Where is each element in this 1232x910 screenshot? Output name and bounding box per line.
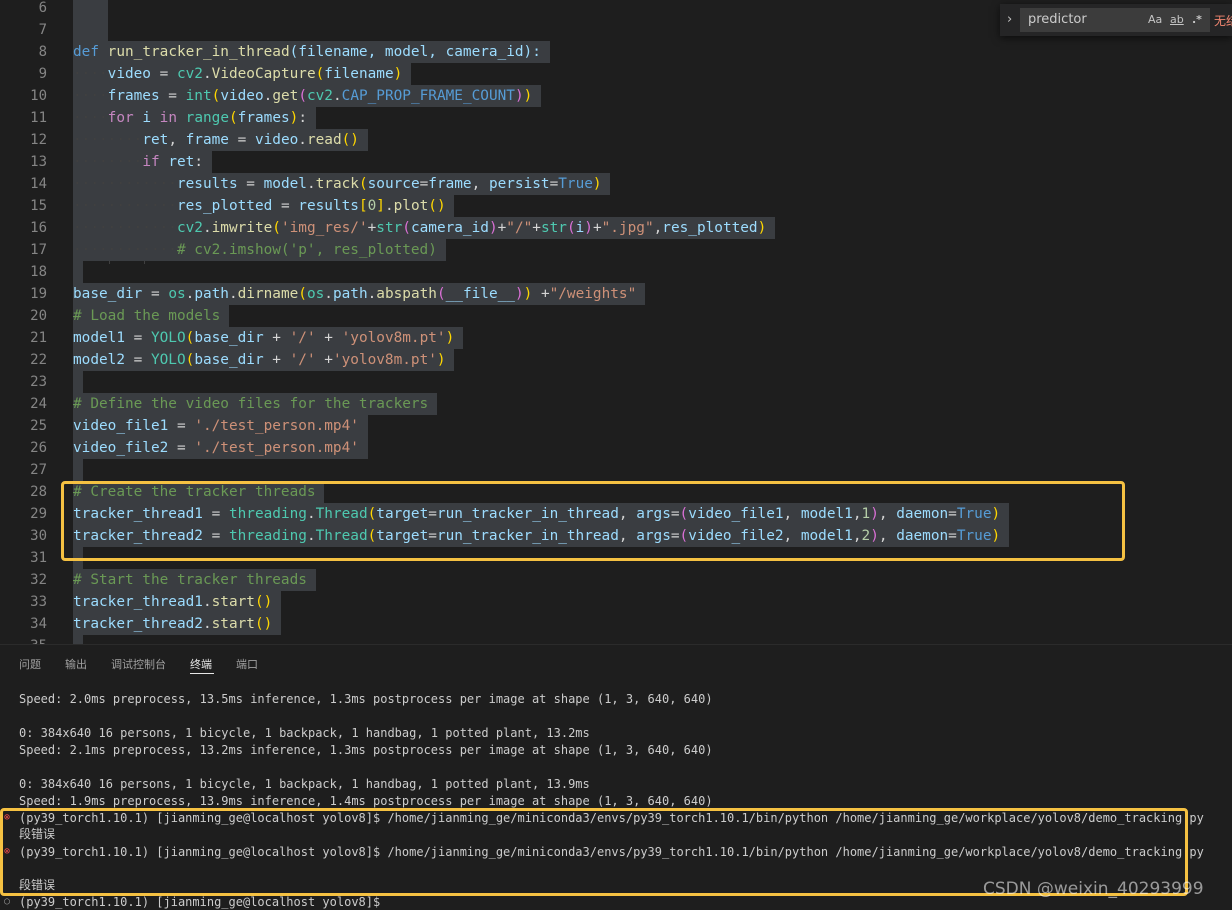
code-line	[0, 635, 1232, 644]
code-line: # Load the models	[0, 305, 1232, 327]
code-line: # Define the video files for the tracker…	[0, 393, 1232, 415]
code-line: base_dir = os.path.dirname(os.path.abspa…	[0, 283, 1232, 305]
code-line: ····video = cv2.VideoCapture(filename)	[0, 63, 1232, 85]
terminal-line: 0: 384x640 16 persons, 1 bicycle, 1 back…	[19, 777, 590, 791]
tab-problems[interactable]: 问题	[19, 656, 41, 672]
terminal-line: Speed: 1.9ms preprocess, 13.9ms inferenc…	[19, 794, 713, 808]
code-line	[0, 371, 1232, 393]
code-line: video_file2 = './test_person.mp4'	[0, 437, 1232, 459]
watermark: CSDN @weixin_40293999	[983, 879, 1204, 899]
panel-tabs: 问题 输出 调试控制台 终端 端口	[0, 645, 1232, 679]
find-no-results: 无结果	[1214, 14, 1232, 28]
code-line	[0, 459, 1232, 481]
code-line: video_file1 = './test_person.mp4'	[0, 415, 1232, 437]
code-line: tracker_thread2.start()	[0, 613, 1232, 635]
match-case-icon[interactable]: Aa	[1148, 13, 1162, 26]
terminal-line: 0: 384x640 16 persons, 1 bicycle, 1 back…	[19, 726, 590, 740]
code-line: model1 = YOLO(base_dir + '/' + 'yolov8m.…	[0, 327, 1232, 349]
code-line: ····for i in range(frames):	[0, 107, 1232, 129]
regex-icon[interactable]: .*	[1192, 13, 1202, 26]
highlight-box-code	[61, 481, 1125, 561]
code-line: model2 = YOLO(base_dir + '/' +'yolov8m.p…	[0, 349, 1232, 371]
code-line: tracker_thread1.start()	[0, 591, 1232, 613]
tab-debug-console[interactable]: 调试控制台	[111, 656, 166, 672]
code-line: ············res_plotted = results[0].plo…	[0, 195, 1232, 217]
code-line: ············cv2.imwrite('img_res/'+str(c…	[0, 217, 1232, 239]
code-line: def run_tracker_in_thread(filename, mode…	[0, 41, 1232, 63]
code-editor[interactable]: 6 7 8 9 10 11 12 13 14 15 16 17 18 19 20…	[0, 0, 1232, 644]
code-line: # Start the tracker threads	[0, 569, 1232, 591]
terminal-prompt[interactable]: (py39_torch1.10.1) [jianming_ge@localhos…	[19, 894, 387, 910]
find-query: predictor	[1028, 12, 1087, 27]
code-line: ········ret, frame = video.read()	[0, 129, 1232, 151]
command-decoration-icon[interactable]: ○	[4, 894, 10, 910]
terminal-line: Speed: 2.0ms preprocess, 13.5ms inferenc…	[19, 692, 713, 706]
chevron-right-icon[interactable]: ›	[1007, 12, 1012, 27]
bottom-panel: 问题 输出 调试控制台 终端 端口 Speed: 2.0ms preproces…	[0, 644, 1232, 910]
code-line	[0, 261, 1232, 283]
code-line: ············results = model.track(source…	[0, 173, 1232, 195]
code-line: ····frames = int(video.get(cv2.CAP_PROP_…	[0, 85, 1232, 107]
active-tab-indicator	[190, 673, 214, 674]
tab-ports[interactable]: 端口	[236, 656, 258, 672]
find-widget[interactable]: › predictor Aa ab .* 无结果	[1000, 4, 1232, 36]
code-line: ········if ret:	[0, 151, 1232, 173]
tab-terminal[interactable]: 终端	[190, 656, 212, 672]
tab-output[interactable]: 输出	[65, 656, 87, 672]
find-input[interactable]: predictor Aa ab .*	[1020, 8, 1210, 32]
whole-word-icon[interactable]: ab	[1170, 13, 1184, 26]
code-line: ············# cv2.imshow('p', res_plotte…	[0, 239, 1232, 261]
terminal-line: Speed: 2.1ms preprocess, 13.2ms inferenc…	[19, 743, 713, 757]
